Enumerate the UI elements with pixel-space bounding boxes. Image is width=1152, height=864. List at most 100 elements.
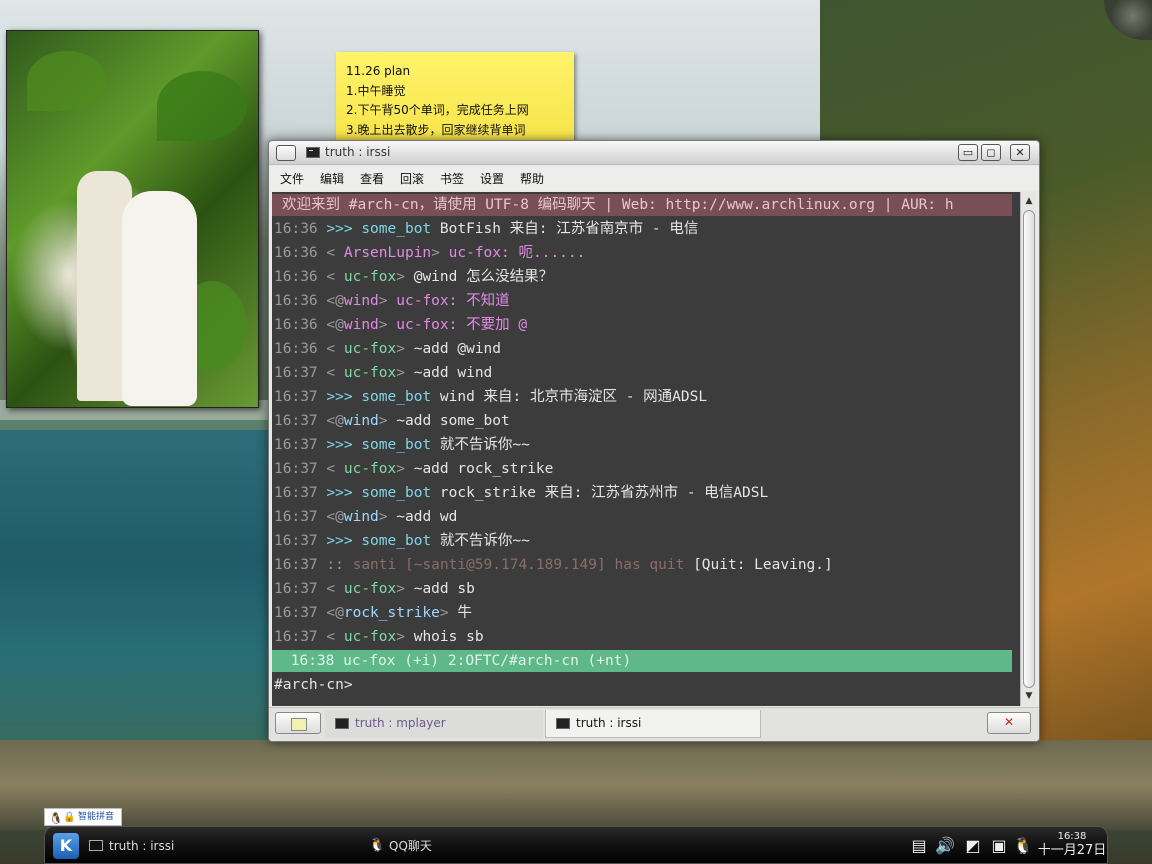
chat-nick: uc-fox xyxy=(343,581,397,597)
task-label: QQ聊天 xyxy=(389,839,432,853)
chat-separator: > xyxy=(378,317,397,333)
photo-frame-widget[interactable] xyxy=(6,30,259,408)
chat-message: 就不告诉你~~ xyxy=(439,437,530,453)
chat-prefix: >>> xyxy=(317,485,362,501)
chat-timestamp: 16:36 xyxy=(274,245,318,261)
task-label: truth : irssi xyxy=(109,839,175,853)
chat-separator xyxy=(431,533,440,549)
session-tabbar: truth : mplayer truth : irssi xyxy=(269,707,1039,741)
volume-icon[interactable]: 🔊 xyxy=(935,836,955,856)
terminal-area[interactable]: 欢迎来到 #arch-cn，请使用 UTF-8 编码聊天 | Web: http… xyxy=(272,192,1020,706)
chat-separator: > xyxy=(396,461,414,477)
chat-line: 16:36 < ArsenLupin> uc-fox: 呃...... xyxy=(274,242,585,264)
chat-prefix: <@ xyxy=(317,317,344,333)
chat-line: 16:36 < uc-fox> @wind 怎么没结果？ xyxy=(274,266,553,288)
new-tab-button[interactable] xyxy=(275,712,321,734)
chat-nick: uc-fox xyxy=(343,269,397,285)
minimize-button[interactable]: ▭ xyxy=(958,144,978,161)
chat-line: 16:37 < uc-fox> ~add rock_strike xyxy=(274,458,553,480)
chat-message: ~add some_bot xyxy=(396,413,510,429)
chat-nick: some_bot xyxy=(361,221,432,237)
menu-scrollback[interactable]: 回滚 xyxy=(400,170,424,187)
ime-indicator[interactable]: 🐧 🔒 智能拼音 xyxy=(44,808,122,826)
irssi-statusbar: 16:38 uc-fox (+i) 2:OFTC/#arch-cn (+nt) xyxy=(272,650,1012,672)
chat-prefix: <@ xyxy=(317,413,344,429)
note-line: 1.中午睡觉 xyxy=(346,83,406,98)
chat-message: whois sb xyxy=(413,629,484,645)
window-title: truth : irssi xyxy=(325,145,391,159)
terminal-icon xyxy=(335,718,349,729)
ime-label: 智能拼音 xyxy=(78,812,115,822)
chat-prefix: < xyxy=(317,629,344,645)
note-line: 11.26 plan xyxy=(346,64,411,78)
chat-message: wind 来自: 北京市海淀区 - 网通ADSL xyxy=(439,389,708,405)
chat-line: 16:37 < uc-fox> whois sb xyxy=(274,626,484,648)
maximize-button[interactable]: ◻ xyxy=(981,144,1001,161)
chat-timestamp: 16:36 xyxy=(274,269,318,285)
chat-message: [Quit: Leaving.] xyxy=(693,557,833,573)
penguin-icon: 🐧 xyxy=(49,812,63,825)
window-titlebar[interactable]: truth : irssi ▭ ◻ ✕ xyxy=(269,141,1039,165)
chat-line: 16:37 <@wind> ~add some_bot xyxy=(274,410,510,432)
chat-message: uc-fox: 不知道 xyxy=(396,293,510,309)
menu-help[interactable]: 帮助 xyxy=(520,170,544,187)
terminal-icon xyxy=(89,840,103,851)
chat-prefix: < xyxy=(317,269,344,285)
chat-nick: wind xyxy=(343,413,379,429)
chat-message: 就不告诉你~~ xyxy=(439,533,530,549)
chat-timestamp: 16:37 xyxy=(274,509,318,525)
chat-timestamp: 16:36 xyxy=(274,341,318,357)
menu-bookmarks[interactable]: 书签 xyxy=(440,170,464,187)
chat-separator: > xyxy=(431,245,449,261)
menu-settings[interactable]: 设置 xyxy=(480,170,504,187)
tab-mplayer[interactable]: truth : mplayer xyxy=(325,710,543,738)
chat-nick: uc-fox xyxy=(343,461,397,477)
chat-separator: > xyxy=(378,293,397,309)
clock[interactable]: 16:38 十一月27日 xyxy=(1037,831,1107,859)
sticky-note-widget[interactable]: 11.26 plan 1.中午睡觉 2.下午背50个单词，完成任务上网 3.晚上… xyxy=(336,52,574,142)
chat-prefix: :: xyxy=(317,557,344,573)
tab-irssi[interactable]: truth : irssi xyxy=(545,710,761,738)
network-icon[interactable]: ◩ xyxy=(963,836,983,856)
window-menu-button[interactable] xyxy=(276,145,296,161)
konsole-window[interactable]: truth : irssi ▭ ◻ ✕ 文件 编辑 查看 回滚 书签 设置 帮助… xyxy=(268,140,1040,742)
close-button[interactable]: ✕ xyxy=(1010,144,1030,161)
menu-edit[interactable]: 编辑 xyxy=(320,170,344,187)
chat-separator xyxy=(431,485,440,501)
chat-line: 16:36 <@wind> uc-fox: 不知道 xyxy=(274,290,510,312)
task-irssi[interactable]: truth : irssi xyxy=(89,835,349,857)
chat-timestamp: 16:37 xyxy=(274,413,318,429)
chat-line: 16:37 < uc-fox> ~add wind xyxy=(274,362,492,384)
chat-separator: > xyxy=(396,629,414,645)
chat-prefix: >>> xyxy=(317,221,362,237)
chat-message: ~add wind xyxy=(413,365,493,381)
input-prompt[interactable]: #arch-cn> xyxy=(274,674,353,696)
qq-tray-icon[interactable]: 🐧 xyxy=(1013,836,1033,856)
chat-prefix: < xyxy=(317,461,344,477)
chat-separator: > xyxy=(396,269,414,285)
note-line: 3.晚上出去散步，回家继续背单词 xyxy=(346,122,526,137)
chat-nick: some_bot xyxy=(361,437,432,453)
chat-prefix: >>> xyxy=(317,437,362,453)
close-tab-button[interactable] xyxy=(987,712,1031,734)
chat-nick: uc-fox xyxy=(343,365,397,381)
scrollbar-thumb[interactable] xyxy=(1023,210,1035,688)
photo-leaf xyxy=(27,51,107,111)
scroll-up-icon[interactable]: ▲ xyxy=(1023,195,1035,207)
menu-view[interactable]: 查看 xyxy=(360,170,384,187)
terminal-icon xyxy=(556,718,570,729)
scroll-down-icon[interactable]: ▼ xyxy=(1023,690,1035,702)
menu-file[interactable]: 文件 xyxy=(280,170,304,187)
chat-message: ~add wd xyxy=(396,509,458,525)
chat-message: ~add sb xyxy=(413,581,475,597)
chat-prefix: >>> xyxy=(317,533,362,549)
kmenu-button[interactable]: K xyxy=(53,833,79,859)
printer-icon[interactable]: ▣ xyxy=(989,836,1009,856)
channel-topic: 欢迎来到 #arch-cn，请使用 UTF-8 编码聊天 | Web: http… xyxy=(272,194,1012,216)
chat-separator: > xyxy=(378,413,397,429)
task-qq[interactable]: 🐧 QQ聊天 xyxy=(369,835,569,857)
desktop-pager-icon[interactable]: ▤ xyxy=(909,836,929,856)
chat-timestamp: 16:37 xyxy=(274,461,318,477)
chat-timestamp: 16:37 xyxy=(274,533,318,549)
terminal-scrollbar[interactable]: ▲ ▼ xyxy=(1020,192,1036,706)
